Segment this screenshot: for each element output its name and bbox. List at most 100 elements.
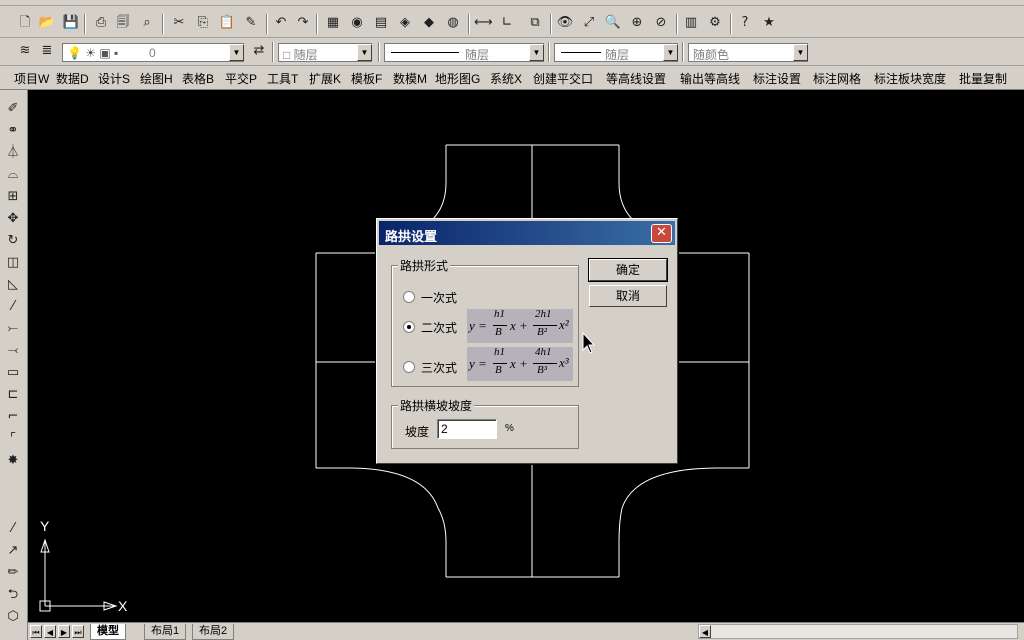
menu-data[interactable]: 数据D bbox=[56, 70, 89, 87]
markup-icon[interactable]: ◆ bbox=[420, 14, 438, 32]
menu-system[interactable]: 系统X bbox=[490, 70, 522, 87]
dialog-titlebar[interactable]: 路拱设置 ✕ bbox=[379, 221, 675, 245]
pencil-icon[interactable]: ✏ bbox=[4, 564, 22, 582]
menu-tools[interactable]: 工具T bbox=[267, 70, 298, 87]
sheet-icon[interactable]: ⚙ bbox=[706, 14, 724, 32]
prev-tab-icon[interactable]: ◀ bbox=[44, 625, 56, 638]
zoom-realtime-icon[interactable]: ⤢ bbox=[580, 14, 598, 32]
last-tab-icon[interactable]: ⏭ bbox=[72, 625, 84, 638]
chevron-down-icon[interactable]: ▼ bbox=[229, 44, 244, 61]
layer-combo[interactable]: 💡 ☀ ▣ ▪ 0 ▼ bbox=[62, 43, 244, 62]
extend-icon[interactable]: ⤚ bbox=[4, 320, 22, 338]
zoom-in-icon[interactable]: 🔍 bbox=[604, 14, 622, 32]
rotate-icon[interactable]: ↻ bbox=[4, 232, 22, 250]
plot-icon[interactable]: ⌕ bbox=[138, 14, 156, 32]
menu-draw[interactable]: 绘图H bbox=[140, 70, 173, 87]
new-icon[interactable]: 🗋 bbox=[16, 14, 34, 32]
menu-batch-copy[interactable]: 批量复制 bbox=[959, 70, 1007, 87]
menu-topomap[interactable]: 地形图G bbox=[435, 70, 480, 87]
radio-quadratic[interactable] bbox=[403, 321, 415, 333]
highlight-icon[interactable]: ★ bbox=[760, 14, 778, 32]
match-properties-icon[interactable]: ✎ bbox=[242, 14, 260, 32]
sheetset-icon[interactable]: ◈ bbox=[396, 14, 414, 32]
undo-icon[interactable]: ↶ bbox=[272, 14, 290, 32]
menu-create-intersection[interactable]: 创建平交口 bbox=[533, 70, 593, 87]
polyline-icon[interactable]: ⮌ bbox=[4, 586, 22, 604]
trim-icon[interactable]: ⁄ bbox=[4, 298, 22, 316]
line-icon[interactable]: ⁄ bbox=[4, 520, 22, 538]
menu-dtm[interactable]: 数模M bbox=[393, 70, 427, 87]
menu-project[interactable]: 项目W bbox=[14, 70, 49, 87]
menu-intersection[interactable]: 平交P bbox=[225, 70, 257, 87]
chevron-down-icon[interactable]: ▼ bbox=[793, 44, 808, 61]
tool-palette-icon[interactable]: ▤ bbox=[372, 14, 390, 32]
radio-linear-label[interactable]: 一次式 bbox=[421, 289, 457, 306]
layer-states-icon[interactable]: ≣ bbox=[38, 42, 56, 60]
break-icon[interactable]: ⤙ bbox=[4, 342, 22, 360]
radio-quadratic-label[interactable]: 二次式 bbox=[421, 319, 457, 336]
move-icon[interactable]: ✥ bbox=[4, 210, 22, 228]
mirror-icon[interactable]: ⏃ bbox=[4, 144, 22, 162]
fillet-icon[interactable]: ⌐ bbox=[4, 408, 22, 426]
array-icon[interactable]: ⊞ bbox=[4, 188, 22, 206]
tab-layout1[interactable]: 布局1 bbox=[144, 624, 187, 640]
ok-button[interactable]: 确定 bbox=[588, 258, 668, 282]
scale-icon[interactable]: ◫ bbox=[4, 254, 22, 272]
close-icon[interactable]: ✕ bbox=[651, 224, 672, 243]
menu-dimension-settings[interactable]: 标注设置 bbox=[753, 70, 801, 87]
pan-icon[interactable]: 👁 bbox=[556, 14, 574, 32]
toolbar-icon[interactable]: ▥ bbox=[682, 14, 700, 32]
layer-manager-icon[interactable]: ≋ bbox=[16, 42, 34, 60]
polygon-icon[interactable]: ⬡ bbox=[4, 608, 22, 626]
radio-cubic[interactable] bbox=[403, 361, 415, 373]
zoom-extents-icon[interactable]: ⊕ bbox=[628, 14, 646, 32]
chamfer-icon[interactable]: ▭ bbox=[4, 364, 22, 382]
lineweight-combo[interactable]: 随层 ▼ bbox=[554, 43, 678, 62]
cut-icon[interactable]: ✂ bbox=[170, 14, 188, 32]
tab-layout2[interactable]: 布局2 bbox=[192, 624, 235, 640]
menu-contour-settings[interactable]: 等高线设置 bbox=[606, 70, 666, 87]
calculator-icon[interactable]: ◍ bbox=[444, 14, 462, 32]
stretch-icon[interactable]: ◺ bbox=[4, 276, 22, 294]
zoom-previous-icon[interactable]: ⊘ bbox=[652, 14, 670, 32]
make-current-layer-icon[interactable]: ⇄ bbox=[250, 42, 268, 60]
distance-icon[interactable]: ⟷ bbox=[474, 14, 493, 32]
chevron-down-icon[interactable]: ▼ bbox=[529, 44, 544, 61]
print-preview-icon[interactable]: 🗐 bbox=[114, 14, 132, 32]
explode-icon[interactable]: ✸ bbox=[4, 452, 22, 470]
paste-icon[interactable]: 📋 bbox=[218, 14, 236, 32]
coordinate-icon[interactable]: ∟ bbox=[498, 14, 516, 32]
radio-cubic-label[interactable]: 三次式 bbox=[421, 359, 457, 376]
menu-dimension-grid[interactable]: 标注网格 bbox=[813, 70, 861, 87]
copy-object-icon[interactable]: ⚭ bbox=[4, 122, 22, 140]
slope-input[interactable]: 2 bbox=[437, 419, 497, 439]
ray-icon[interactable]: ↗ bbox=[4, 542, 22, 560]
chevron-down-icon[interactable]: ▼ bbox=[663, 44, 678, 61]
chevron-down-icon[interactable]: ▼ bbox=[357, 44, 372, 61]
scroll-left-icon[interactable]: ◀ bbox=[699, 625, 711, 638]
menu-dimension-block-width[interactable]: 标注板块宽度 bbox=[874, 70, 946, 87]
radio-linear[interactable] bbox=[403, 291, 415, 303]
properties-icon[interactable]: ▦ bbox=[324, 14, 342, 32]
next-tab-icon[interactable]: ▶ bbox=[58, 625, 70, 638]
menu-template[interactable]: 模板F bbox=[351, 70, 382, 87]
print-icon[interactable]: ⎙ bbox=[92, 14, 110, 32]
save-icon[interactable]: 💾 bbox=[62, 14, 80, 32]
copy-icon[interactable]: ⎘ bbox=[194, 14, 212, 32]
offset-icon[interactable]: ⌓ bbox=[4, 166, 22, 184]
linetype-combo[interactable]: 随层 ▼ bbox=[384, 43, 544, 62]
designcenter-icon[interactable]: ◉ bbox=[348, 14, 366, 32]
help-icon[interactable]: ? bbox=[736, 14, 754, 32]
menu-table[interactable]: 表格B bbox=[182, 70, 214, 87]
redo-icon[interactable]: ↷ bbox=[294, 14, 312, 32]
color-combo[interactable]: □ 随层 ▼ bbox=[278, 43, 372, 62]
join-icon[interactable]: ⊏ bbox=[4, 386, 22, 404]
zoom-window-icon[interactable]: ⧉ bbox=[526, 14, 544, 32]
menu-output-contour[interactable]: 输出等高线 bbox=[680, 70, 740, 87]
open-icon[interactable]: 📂 bbox=[38, 14, 56, 32]
first-tab-icon[interactable]: ⏮ bbox=[30, 625, 42, 638]
menu-design[interactable]: 设计S bbox=[98, 70, 130, 87]
cancel-button[interactable]: 取消 bbox=[589, 285, 667, 307]
fillet-arc-icon[interactable]: ⌜ bbox=[4, 430, 22, 448]
erase-icon[interactable]: ✐ bbox=[4, 100, 22, 118]
